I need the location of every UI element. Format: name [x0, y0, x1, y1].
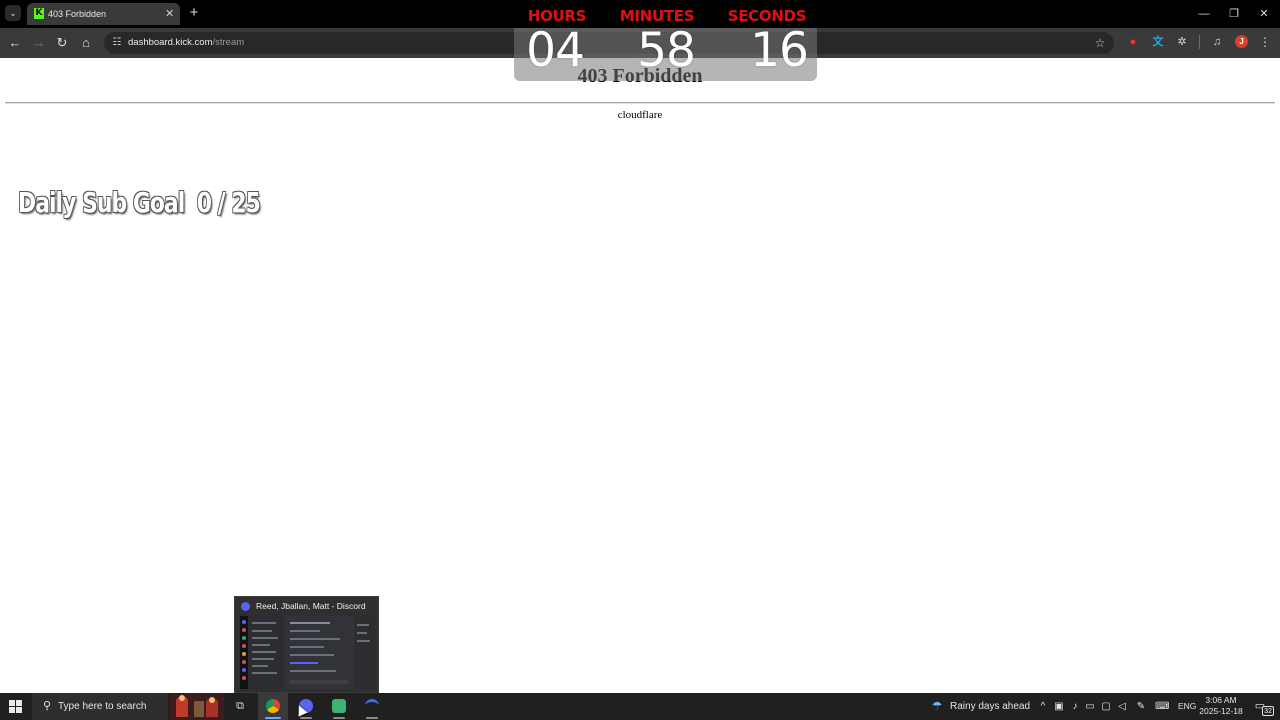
media-controls-icon[interactable]: ♫	[1209, 34, 1225, 50]
notification-count-badge: 32	[1262, 706, 1274, 716]
clock-date: 2025-12-18	[1199, 706, 1243, 716]
tab-search-chevron-icon[interactable]: ⌄	[5, 5, 21, 21]
taskbar-clock[interactable]: 3:06 AM 2025-12-18	[1198, 695, 1244, 717]
extensions-puzzle-icon[interactable]: ✲	[1174, 34, 1190, 50]
kick-favicon-icon: K	[34, 8, 44, 19]
site-info-icon[interactable]: ☷	[110, 36, 124, 50]
browser-menu-icon[interactable]: ⋮	[1258, 34, 1272, 50]
bookmark-star-icon[interactable]: ☆	[1092, 35, 1108, 51]
thumb-message-area	[284, 616, 354, 689]
sub-goal-label: Daily Sub Goal	[18, 186, 185, 219]
discord-icon	[241, 602, 250, 611]
active-indicator	[265, 717, 281, 719]
streaming-app-icon	[332, 699, 346, 713]
url-host: dashboard.kick.com	[128, 37, 213, 48]
translate-extension-icon[interactable]: 文	[1150, 34, 1166, 50]
taskbar-streaming-app[interactable]	[324, 693, 354, 720]
thumb-channel-list	[248, 616, 284, 689]
horizontal-rule	[5, 102, 1275, 104]
vpn-app-icon	[365, 699, 379, 713]
reload-icon[interactable]: ↻	[53, 34, 71, 52]
keyboard-icon[interactable]: ⌨	[1155, 693, 1169, 720]
tab-active[interactable]: K 403 Forbidden ✕	[27, 3, 180, 25]
pen-icon[interactable]: ✎	[1134, 693, 1148, 720]
weather-text[interactable]: Rainy days ahead	[950, 693, 1030, 720]
search-placeholder: Type here to search	[58, 701, 147, 712]
taskbar-search-box[interactable]: ⚲ Type here to search	[32, 693, 168, 720]
task-view-icon[interactable]: ⧉	[234, 700, 246, 712]
running-indicator	[366, 717, 378, 719]
volume-icon[interactable]: ◁	[1115, 693, 1129, 720]
url-path: /stream	[212, 37, 245, 48]
language-indicator[interactable]: ENG	[1178, 693, 1196, 720]
weather-rain-icon[interactable]: ☂	[929, 693, 945, 720]
sub-goal-count: 0 / 25	[196, 186, 261, 219]
page-title: 403 Forbidden	[577, 65, 703, 87]
sub-goal-overlay: Daily Sub Goal 0 / 25	[18, 183, 261, 223]
taskbar-chrome[interactable]	[258, 693, 288, 720]
url-text[interactable]: dashboard.kick.com/stream	[128, 36, 244, 50]
tab-title: 403 Forbidden	[48, 9, 107, 19]
search-icon: ⚲	[42, 700, 52, 712]
address-bar[interactable]: ☷ dashboard.kick.com/stream ☆	[104, 32, 1114, 54]
server-name: cloudflare	[617, 109, 663, 121]
toolbar-divider	[1199, 35, 1200, 49]
preview-title: Reed, Jballan, Matt - Discord	[256, 601, 366, 611]
forward-arrow-icon[interactable]: →	[30, 34, 48, 52]
thumb-server-rail	[240, 616, 248, 689]
home-icon[interactable]: ⌂	[77, 34, 95, 52]
running-indicator	[333, 717, 345, 719]
profile-avatar[interactable]: J	[1235, 35, 1248, 48]
taskbar-vpn-app[interactable]	[357, 693, 387, 720]
preview-thumbnail[interactable]	[240, 616, 374, 689]
thumb-member-list	[354, 616, 374, 689]
red-extension-icon[interactable]: ●	[1125, 34, 1141, 50]
browser-toolbar: ← → ↻ ⌂ ☷ dashboard.kick.com/stream ☆	[0, 28, 1280, 58]
back-arrow-icon[interactable]: ←	[6, 34, 24, 52]
window-close-button[interactable]: ✕	[1256, 6, 1272, 22]
chrome-icon	[266, 699, 280, 713]
clock-time: 3:06 AM	[1205, 695, 1237, 705]
microphone-icon[interactable]: ♪	[1068, 693, 1082, 720]
new-tab-button[interactable]: +	[186, 5, 202, 21]
browser-tab-strip: ⌄ K 403 Forbidden ✕ + — ❐ ✕	[0, 0, 1280, 28]
search-highlight-image[interactable]	[170, 693, 224, 720]
windows-start-icon[interactable]	[9, 700, 22, 713]
window-restore-button[interactable]: ❐	[1226, 6, 1242, 22]
running-indicator	[300, 717, 312, 719]
tab-close-icon[interactable]: ✕	[165, 7, 174, 21]
discord-window-preview[interactable]: Reed, Jballan, Matt - Discord	[234, 596, 379, 693]
tray-app-icon[interactable]: ▣	[1052, 693, 1066, 720]
window-minimize-button[interactable]: —	[1196, 6, 1212, 22]
tray-display-icon[interactable]: ▭	[1083, 693, 1097, 720]
network-icon[interactable]: ▢	[1099, 693, 1113, 720]
tray-overflow-chevron-icon[interactable]: ^	[1036, 693, 1050, 720]
